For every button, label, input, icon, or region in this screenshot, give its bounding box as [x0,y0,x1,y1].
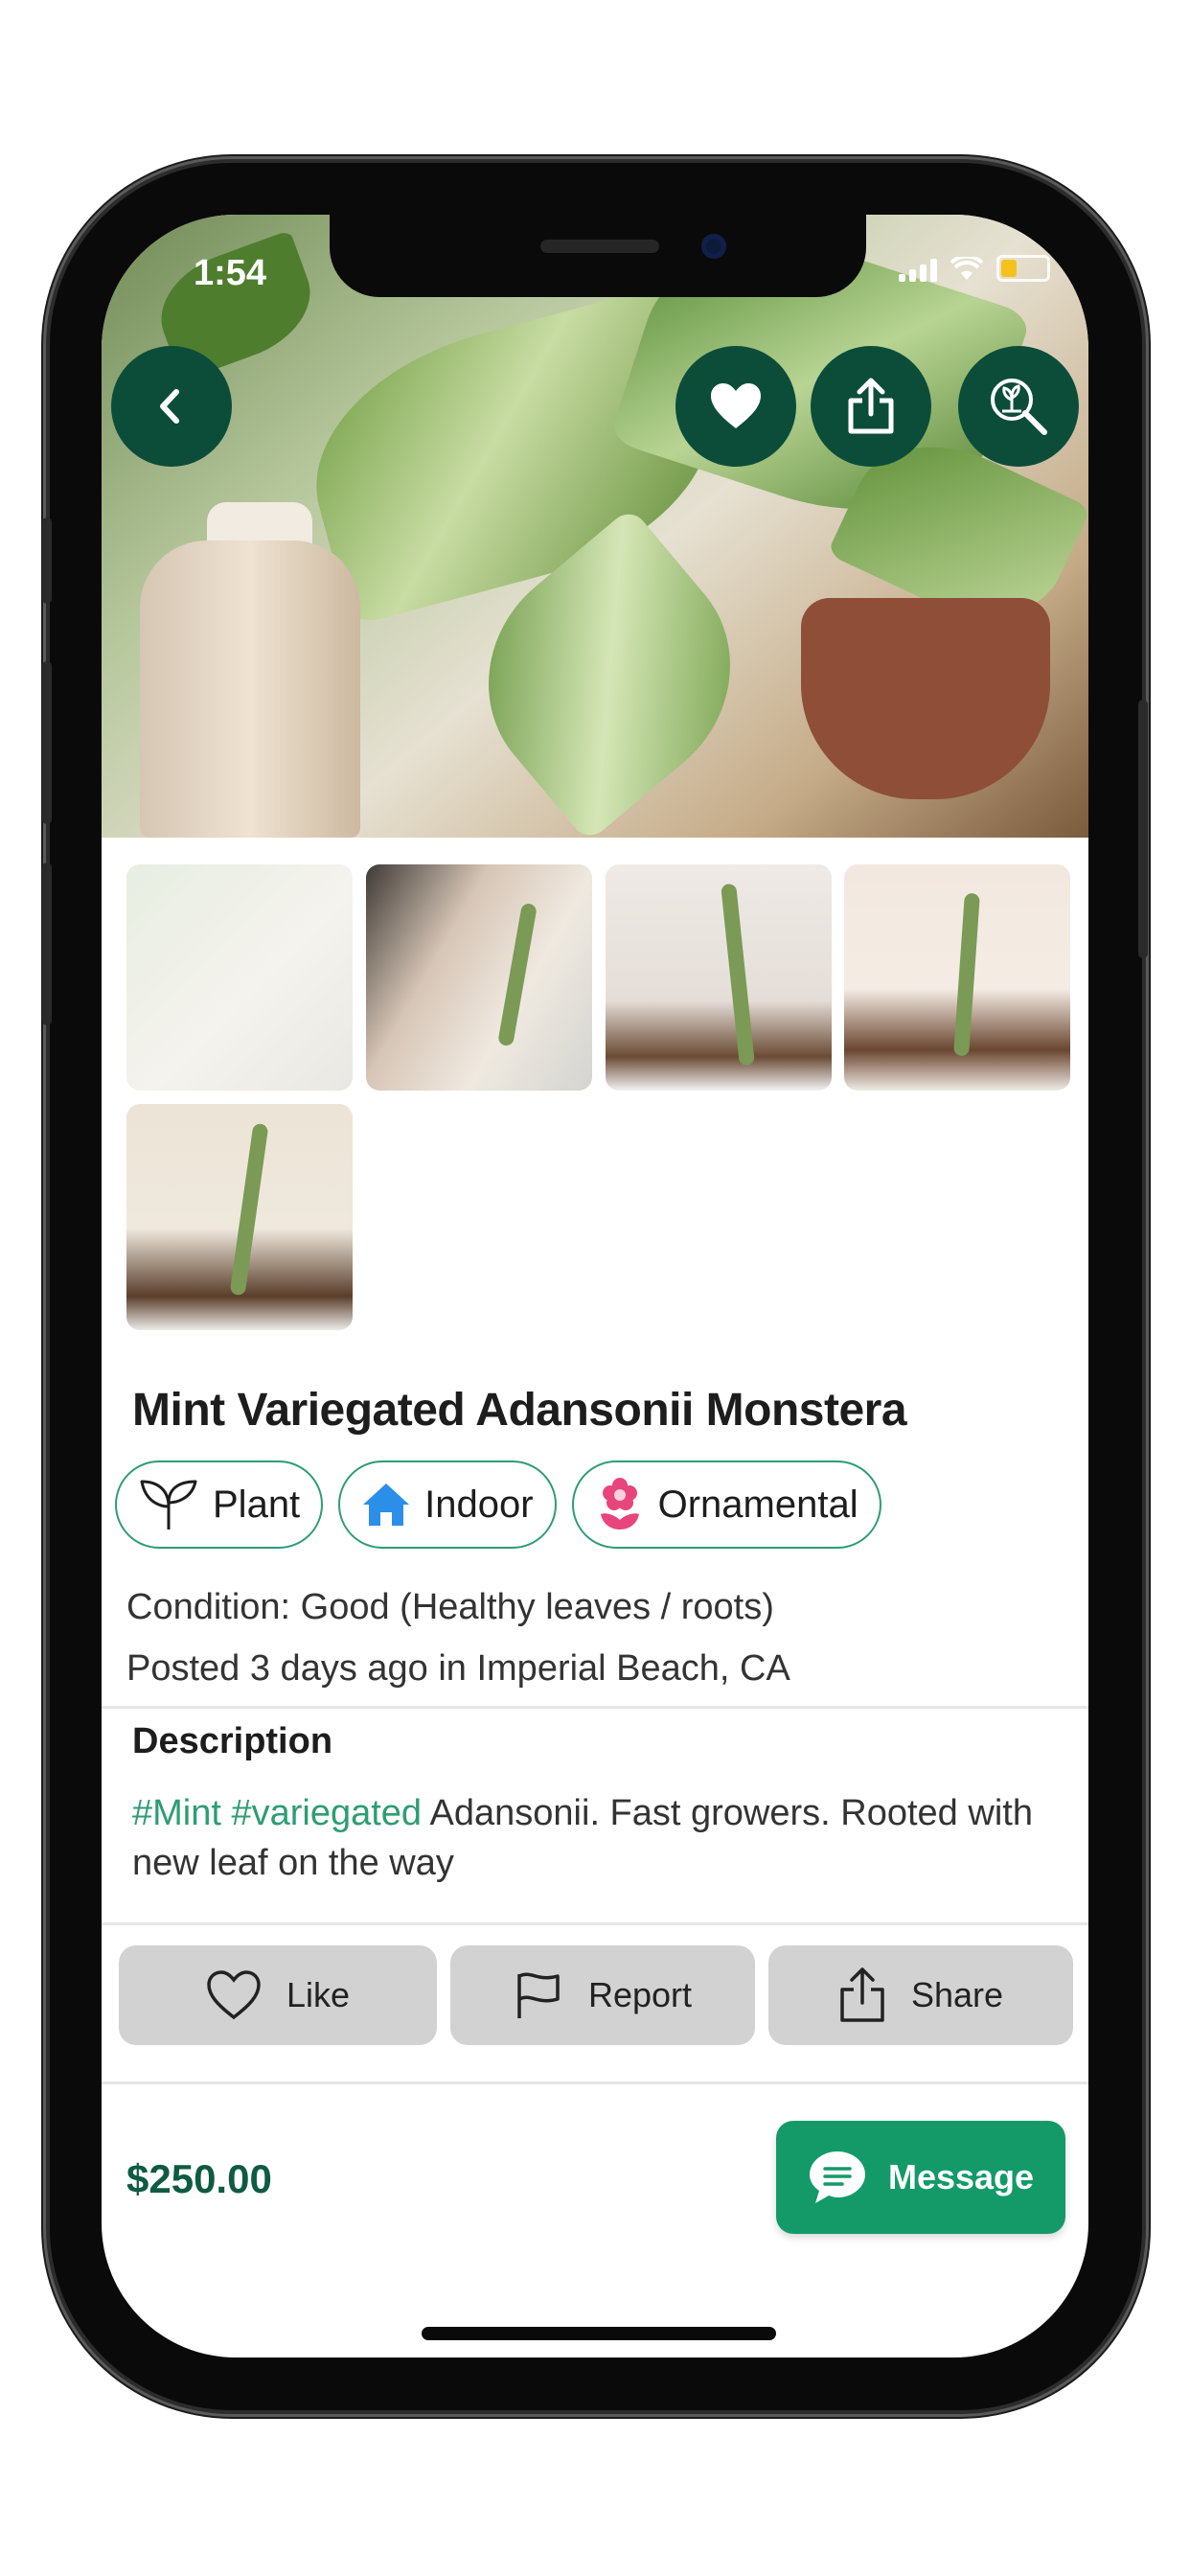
price: $250.00 [126,2156,272,2201]
chip-plant-label: Plant [213,1483,301,1526]
divider [102,1706,1088,1709]
heart-icon [711,383,761,428]
message-button[interactable]: Message [776,2121,1065,2234]
share-label: Share [910,1975,1004,2014]
share-top-button[interactable] [811,346,931,467]
report-label: Report [587,1975,693,2014]
like-button[interactable]: Like [119,1945,437,2045]
like-label: Like [286,1975,351,2014]
thumbnail-3[interactable] [606,864,832,1091]
description-body: #Mint #variegated Adansonii. Fast grower… [132,1788,1052,1888]
thumbnail-5[interactable] [126,1104,353,1330]
hero-image[interactable] [102,215,1088,838]
signal-icon [899,259,937,282]
divider [102,1922,1088,1925]
heart-outline-icon [207,1970,261,2020]
plant-search-icon [991,379,1047,435]
chip-plant[interactable]: Plant [115,1460,324,1549]
condition-text: Condition: Good (Healthy leaves / roots) [126,1587,774,1627]
share-icon [840,1967,884,2022]
status-icons [899,255,1050,282]
description-heading: Description [132,1721,333,1761]
share-icon [848,378,894,434]
message-label: Message [887,2157,1035,2196]
chip-ornamental[interactable]: Ornamental [571,1460,881,1549]
description-hashtags[interactable]: #Mint #variegated [132,1793,422,1833]
wifi-icon [950,257,983,280]
chip-ornamental-label: Ornamental [657,1483,858,1526]
volume-down-button [42,862,52,1025]
listing-title: Mint Variegated Adansonii Monstera [132,1385,907,1436]
bottle [140,540,360,838]
divider [102,2082,1088,2084]
category-chips: Plant Indoor Ornamental [115,1460,881,1549]
action-row: Like Report Share [119,1945,1073,2045]
thumbnail-2[interactable] [366,864,592,1091]
house-icon [363,1484,410,1526]
notch [330,215,866,297]
flower-icon [600,1478,639,1530]
report-button[interactable]: Report [450,1945,755,2045]
thumbnail-1[interactable] [126,864,353,1091]
volume-up-button [42,661,52,824]
sprout-icon [140,1480,197,1530]
back-button[interactable] [111,346,232,467]
status-time: 1:54 [194,253,267,293]
flag-icon [517,1972,560,2018]
power-button [1138,700,1148,958]
plant-pot [801,598,1050,799]
chat-bubble-icon [809,2151,865,2203]
thumbnail-4[interactable] [844,864,1070,1091]
share-button[interactable]: Share [768,1945,1073,2045]
chip-indoor[interactable]: Indoor [338,1460,557,1549]
app-screen: 1:54 Mint Variegated Adansonii Monstera … [102,215,1088,2358]
chip-indoor-label: Indoor [424,1483,534,1526]
posted-text: Posted 3 days ago in Imperial Beach, CA [126,1648,790,1689]
identify-plant-button[interactable] [958,346,1079,467]
mute-switch [42,518,52,604]
chevron-left-icon [160,389,179,424]
battery-icon [996,255,1050,282]
home-indicator[interactable] [422,2327,776,2340]
favorite-button[interactable] [675,346,796,467]
